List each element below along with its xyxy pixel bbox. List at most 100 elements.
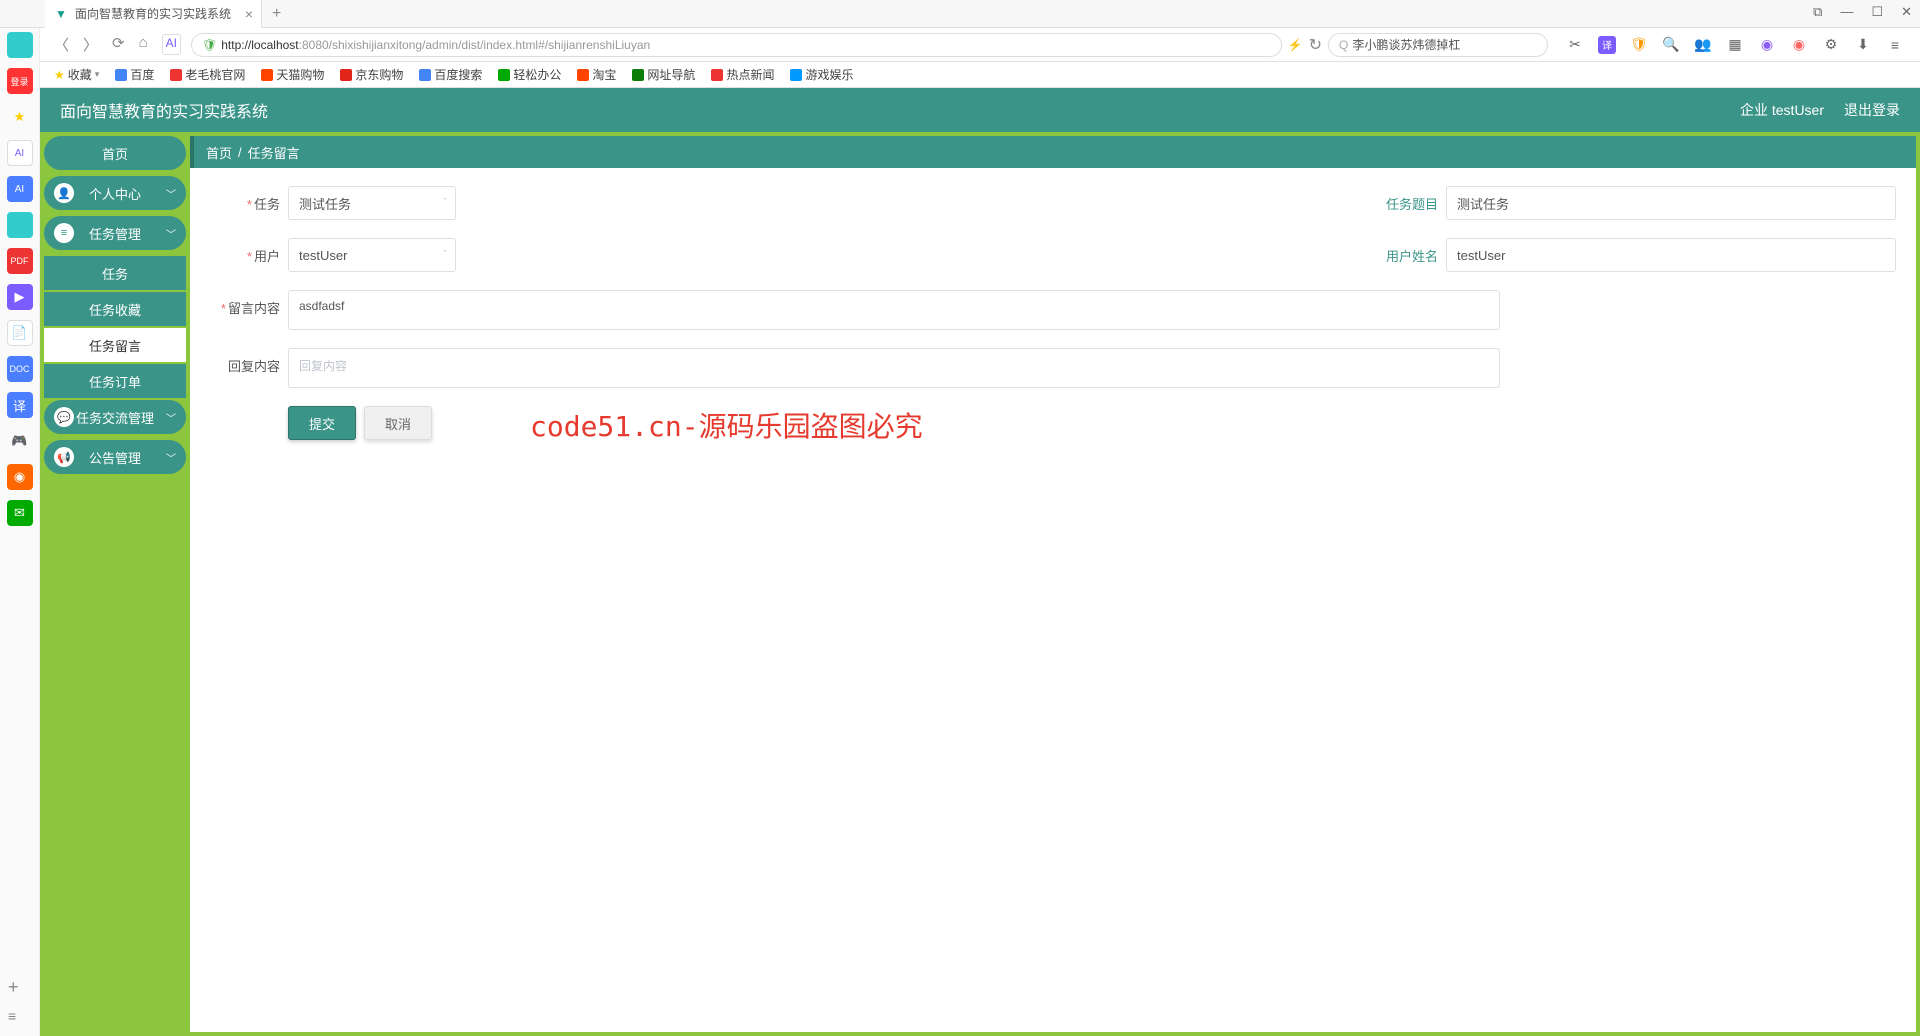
bookmark-item[interactable]: 老毛桃官网 (170, 66, 245, 83)
rail-icon[interactable]: PDF (7, 248, 33, 274)
task-select[interactable]: 测试任务ˇ (288, 186, 456, 220)
url-path: :8080/shixishijianxitong/admin/dist/inde… (299, 38, 651, 52)
circle2-icon[interactable]: ◉ (1790, 36, 1808, 54)
user-info[interactable]: 企业 testUser (1740, 100, 1824, 120)
rail-icon[interactable]: ✉ (7, 500, 33, 526)
rail-icon[interactable]: 译 (7, 392, 33, 418)
refresh-icon[interactable]: ↻ (1309, 35, 1322, 55)
rail-icon[interactable] (7, 32, 33, 58)
home-button[interactable]: ⌂ (139, 34, 148, 55)
user-name-input[interactable]: testUser (1446, 238, 1896, 272)
shield-icon[interactable]: 🛡 (1630, 36, 1648, 54)
bookmark-fav[interactable]: ★收藏▾ (54, 66, 99, 83)
msg-textarea[interactable]: asdfadsf (288, 290, 1500, 330)
reload-button[interactable]: ⟳ (112, 34, 125, 55)
settings-icon[interactable]: ⚙ (1822, 36, 1840, 54)
rail-icon[interactable]: 登录 (7, 68, 33, 94)
breadcrumb-home[interactable]: 首页 (206, 143, 232, 162)
user-icon[interactable]: 👥 (1694, 36, 1712, 54)
rail-icon[interactable]: ★ (7, 104, 33, 130)
search-placeholder: 李小鹏谈苏炜德掉杠 (1352, 36, 1460, 53)
sidebar-item-task-mgmt[interactable]: ≡任务管理﹀ (44, 216, 186, 250)
chevron-down-icon: ﹀ (166, 186, 176, 201)
cancel-button[interactable]: 取消 (364, 406, 432, 440)
bookmark-item[interactable]: 百度搜索 (419, 66, 482, 83)
window-controls: ⧉ — ☐ ✕ (1813, 4, 1912, 20)
user-icon: 👤 (54, 183, 74, 203)
close-tab-icon[interactable]: × (245, 6, 253, 22)
submit-button[interactable]: 提交 (288, 406, 356, 440)
chevron-down-icon: ˇ (443, 249, 447, 261)
bell-icon: 📢 (54, 447, 74, 467)
window-close-icon[interactable]: ✕ (1901, 4, 1912, 20)
grid-icon[interactable]: ▦ (1726, 36, 1744, 54)
sidebar: 首页 👤个人中心﹀ ≡任务管理﹀ 任务 任务收藏 任务留言 任务订单 💬任务交流… (40, 132, 190, 1036)
bookmarks-bar: ★收藏▾ 百度 老毛桃官网 天猫购物 京东购物 百度搜索 轻松办公 淘宝 网址导… (0, 62, 1920, 88)
download-icon[interactable]: ⬇ (1854, 36, 1872, 54)
sidebar-item-comm-mgmt[interactable]: 💬任务交流管理﹀ (44, 400, 186, 434)
user-name-label: 用户姓名 (1358, 246, 1438, 265)
rail-icon[interactable]: ▶ (7, 284, 33, 310)
rail-icon[interactable]: ◉ (7, 464, 33, 490)
rail-icon[interactable]: AI (7, 176, 33, 202)
form: *任务 测试任务ˇ 任务题目 测试任务 *用户 testUserˇ 用户姓名 (190, 168, 1916, 458)
forward-button[interactable]: 〉 (83, 34, 98, 55)
reply-textarea[interactable]: 回复内容 (288, 348, 1500, 388)
bookmark-item[interactable]: 京东购物 (340, 66, 403, 83)
window-maximize-icon[interactable]: ☐ (1871, 4, 1883, 20)
bookmark-item[interactable]: 天猫购物 (261, 66, 324, 83)
tab-title: 面向智慧教育的实习实践系统 (75, 5, 231, 22)
sidebar-item-task-msg[interactable]: 任务留言 (44, 328, 186, 362)
search-icon: Q (1339, 38, 1348, 52)
sidebar-item-home[interactable]: 首页 (44, 136, 186, 170)
breadcrumb-current: 任务留言 (248, 143, 300, 162)
task-label: *任务 (210, 194, 280, 213)
scissors-icon[interactable]: ✂ (1566, 36, 1584, 54)
sidebar-item-personal[interactable]: 👤个人中心﹀ (44, 176, 186, 210)
rail-icon[interactable] (7, 212, 33, 238)
sidebar-item-task-fav[interactable]: 任务收藏 (44, 292, 186, 326)
user-label: *用户 (210, 246, 280, 265)
sidebar-item-notice-mgmt[interactable]: 📢公告管理﹀ (44, 440, 186, 474)
sidebar-item-task-order[interactable]: 任务订单 (44, 364, 186, 398)
task-title-input[interactable]: 测试任务 (1446, 186, 1896, 220)
chevron-down-icon: ﹀ (166, 226, 176, 241)
breadcrumb-sep: / (238, 145, 242, 160)
browser-tab[interactable]: ▼ 面向智慧教育的实习实践系统 × (45, 0, 262, 28)
chat-icon: 💬 (54, 407, 74, 427)
rail-icon[interactable]: 🎮 (7, 428, 33, 454)
zoom-icon[interactable]: 🔍 (1662, 36, 1680, 54)
bookmark-item[interactable]: 游戏娱乐 (790, 66, 853, 83)
logout-link[interactable]: 退出登录 (1844, 100, 1900, 120)
ai-button[interactable]: AI (162, 34, 181, 55)
bookmark-item[interactable]: 热点新闻 (711, 66, 774, 83)
left-rail: 登录 ★ AI AI PDF ▶ 📄 DOC 译 🎮 ◉ ✉ (0, 28, 40, 1036)
window-pin-icon[interactable]: ⧉ (1813, 4, 1822, 20)
qr-icon[interactable]: ⚡ (1288, 38, 1303, 52)
rail-icon[interactable]: AI (7, 140, 33, 166)
chevron-down-icon: ﹀ (166, 450, 176, 465)
bookmark-item[interactable]: 百度 (115, 66, 154, 83)
back-button[interactable]: 〈 (54, 34, 69, 55)
bookmark-item[interactable]: 淘宝 (577, 66, 616, 83)
list-icon[interactable]: ≡ (8, 1008, 19, 1024)
translate-icon[interactable]: 译 (1598, 36, 1616, 54)
address-bar[interactable]: 🛡 http://localhost:8080/shixishijianxito… (191, 33, 1282, 57)
lock-icon: 🛡 (202, 38, 217, 52)
new-tab-button[interactable]: + (262, 5, 291, 23)
window-minimize-icon[interactable]: — (1840, 4, 1853, 20)
breadcrumb: 首页 / 任务留言 (190, 136, 1916, 168)
user-select[interactable]: testUserˇ (288, 238, 456, 272)
tab-favicon: ▼ (55, 7, 69, 21)
search-box[interactable]: Q 李小鹏谈苏炜德掉杠 (1328, 33, 1548, 57)
menu-icon[interactable]: ≡ (1886, 36, 1904, 54)
add-icon[interactable]: + (8, 977, 19, 998)
rail-icon[interactable]: DOC (7, 356, 33, 382)
circle1-icon[interactable]: ◉ (1758, 36, 1776, 54)
sidebar-item-task[interactable]: 任务 (44, 256, 186, 290)
bookmark-item[interactable]: 轻松办公 (498, 66, 561, 83)
bookmark-item[interactable]: 网址导航 (632, 66, 695, 83)
rail-icon[interactable]: 📄 (7, 320, 33, 346)
reply-label: 回复内容 (210, 348, 280, 375)
app-header: 面向智慧教育的实习实践系统 企业 testUser 退出登录 (40, 88, 1920, 132)
